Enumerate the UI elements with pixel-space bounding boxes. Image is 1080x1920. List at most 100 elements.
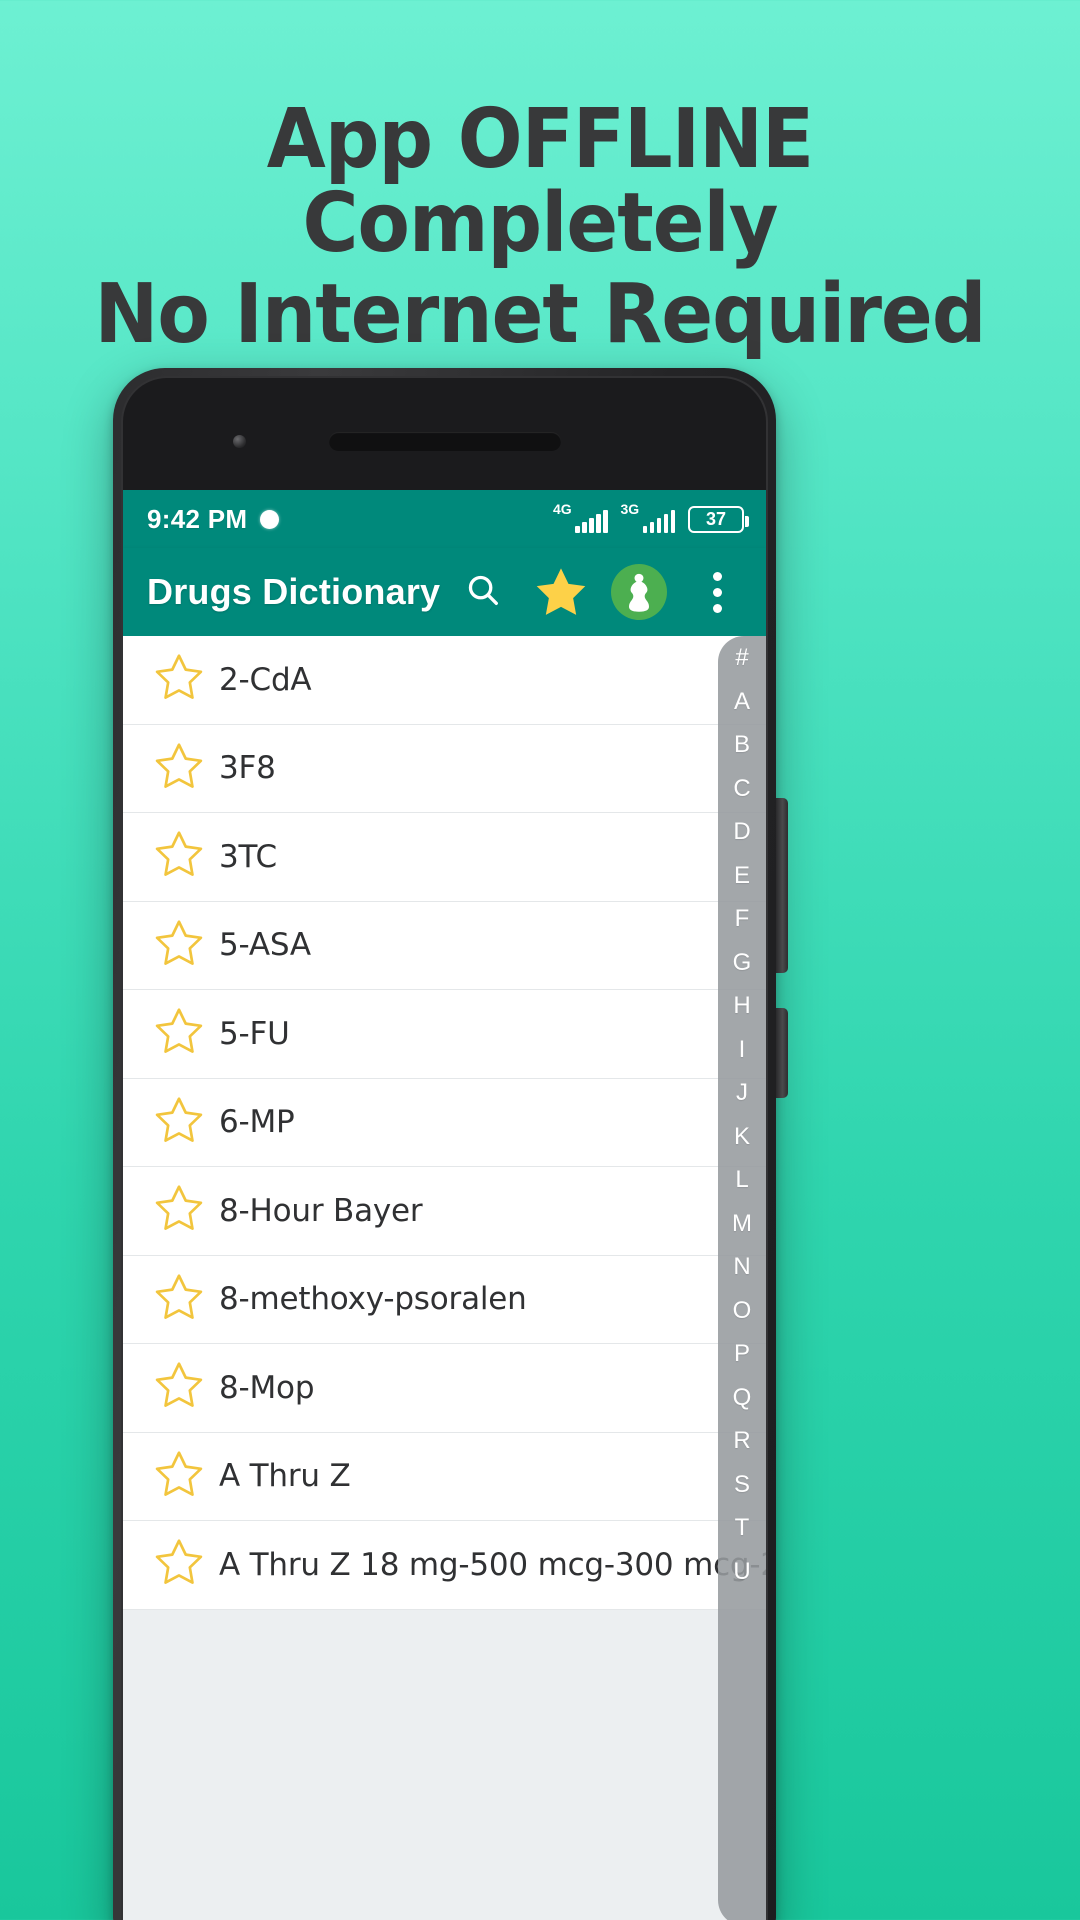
star-outline-icon <box>153 1271 205 1328</box>
favorites-button[interactable] <box>524 555 598 629</box>
promo-headline-line2: No Internet Required <box>94 267 986 363</box>
signal-3g-icon: 3G <box>621 502 675 533</box>
phone-frame: 9:42 PM 4G 3G 37 Drugs Dictionary 2-CdA … <box>121 376 768 1920</box>
phone-mockup: 9:42 PM 4G 3G 37 Drugs Dictionary 2-CdA … <box>113 368 788 1920</box>
star-outline-icon <box>153 651 205 708</box>
star-outline-icon <box>153 1182 205 1239</box>
star-outline-icon <box>153 1536 205 1593</box>
body-silhouette-icon <box>611 564 667 620</box>
star-outline-icon <box>153 1359 205 1416</box>
promo-headline: App OFFLINE Completely No Internet Requi… <box>38 98 1042 357</box>
list-item-label: 8-Hour Bayer <box>219 1192 423 1229</box>
star-outline-icon <box>153 1094 205 1151</box>
status-time: 9:42 PM <box>147 503 248 534</box>
alpha-index-letter[interactable]: E <box>734 863 750 888</box>
favorite-toggle-button[interactable] <box>153 1005 219 1062</box>
overflow-menu-button[interactable] <box>680 555 754 629</box>
favorite-toggle-button[interactable] <box>153 740 219 797</box>
alpha-index-letter[interactable]: M <box>732 1211 752 1236</box>
network-type-4g-label: 4G <box>553 500 572 517</box>
favorite-toggle-button[interactable] <box>153 1271 219 1328</box>
app-title: Drugs Dictionary <box>147 571 441 612</box>
alpha-index-letter[interactable]: G <box>733 950 752 975</box>
alpha-index-letter[interactable]: R <box>733 1429 750 1453</box>
favorite-toggle-button[interactable] <box>153 1094 219 1151</box>
favorite-toggle-button[interactable] <box>153 828 219 885</box>
list-item-label: A Thru Z <box>219 1458 351 1495</box>
list-item[interactable]: 2-CdA <box>123 636 766 725</box>
phone-volume-button <box>776 1008 788 1098</box>
search-button[interactable] <box>446 555 520 629</box>
alpha-index-letter[interactable]: T <box>735 1516 750 1540</box>
signal-bars-1 <box>575 509 608 533</box>
list-item-label: A Thru Z 18 mg-500 mcg-300 mcg-250 <box>219 1546 766 1583</box>
more-vertical-icon <box>712 571 722 613</box>
list-item[interactable]: 8-methoxy-psoralen <box>123 1255 766 1344</box>
search-icon <box>464 571 502 614</box>
signal-bars-2 <box>642 509 675 533</box>
phone-top-bezel <box>123 378 766 490</box>
alpha-index-letter[interactable]: F <box>735 907 750 931</box>
favorite-toggle-button[interactable] <box>153 1536 219 1593</box>
alpha-index-letter[interactable]: K <box>734 1124 750 1149</box>
favorite-toggle-button[interactable] <box>153 1448 219 1505</box>
star-filled-icon <box>533 564 589 620</box>
list-item[interactable]: 5-ASA <box>123 901 766 990</box>
signal-4g-icon: 4G <box>553 502 608 533</box>
list-item[interactable]: A Thru Z 18 mg-500 mcg-300 mcg-250 <box>123 1521 766 1610</box>
favorite-toggle-button[interactable] <box>153 1182 219 1239</box>
alpha-index-letter[interactable]: H <box>733 994 750 1018</box>
list-item-label: 5-FU <box>219 1015 290 1052</box>
star-outline-icon <box>153 1005 205 1062</box>
alpha-index-letter[interactable]: D <box>733 820 750 844</box>
alpha-index-letter[interactable]: J <box>736 1081 748 1105</box>
body-button[interactable] <box>602 555 676 629</box>
front-camera-icon <box>233 435 246 448</box>
favorite-toggle-button[interactable] <box>153 1359 219 1416</box>
alpha-index-letter[interactable]: I <box>739 1037 746 1062</box>
alphabet-index-scrollbar[interactable]: # A B C D E F G H I J K L M N O P Q R S T U <box>718 636 766 1920</box>
list-item[interactable]: 3F8 <box>123 724 766 813</box>
earpiece-speaker <box>328 432 561 451</box>
list-item-label: 3TC <box>219 838 277 875</box>
list-item-label: 2-CdA <box>219 661 312 698</box>
drug-list-container: 2-CdA 3F8 3TC 5-ASA 5-FU 6-MP 8-Hour Bayer 8-me… <box>123 636 766 1920</box>
star-outline-icon <box>153 740 205 797</box>
list-item[interactable]: 5-FU <box>123 990 766 1079</box>
alpha-index-letter[interactable]: A <box>734 689 750 714</box>
list-item-label: 5-ASA <box>219 927 311 964</box>
drug-list[interactable]: 2-CdA 3F8 3TC 5-ASA 5-FU 6-MP 8-Hour Bayer 8-me… <box>123 636 766 1920</box>
star-outline-icon <box>153 1448 205 1505</box>
favorite-toggle-button[interactable] <box>153 651 219 708</box>
white-circle-icon <box>260 509 280 529</box>
alpha-index-letter[interactable]: Q <box>733 1385 752 1410</box>
alpha-index-letter[interactable]: C <box>733 776 750 801</box>
list-item[interactable]: 8-Mop <box>123 1344 766 1433</box>
battery-icon: 37 <box>688 505 749 533</box>
status-bar: 9:42 PM 4G 3G 37 <box>123 490 766 548</box>
phone-screen: 9:42 PM 4G 3G 37 Drugs Dictionary 2-CdA … <box>123 490 766 1920</box>
alpha-index-letter[interactable]: U <box>733 1559 750 1584</box>
network-type-3g-label: 3G <box>620 500 640 517</box>
list-item-label: 8-methoxy-psoralen <box>219 1281 527 1318</box>
app-bar-actions <box>446 555 754 629</box>
alpha-index-letter[interactable]: S <box>734 1472 750 1497</box>
star-outline-icon <box>153 828 205 885</box>
alpha-index-letter[interactable]: L <box>735 1168 748 1192</box>
battery-percent-label: 37 <box>705 508 727 529</box>
favorite-toggle-button[interactable] <box>153 917 219 974</box>
alpha-index-letter[interactable]: N <box>733 1255 750 1279</box>
alpha-index-letter[interactable]: B <box>734 733 750 757</box>
list-item-label: 6-MP <box>219 1104 295 1141</box>
promo-headline-line1: App OFFLINE Completely <box>266 92 814 271</box>
status-icons: 4G 3G 37 <box>553 502 749 533</box>
list-item-label: 3F8 <box>219 750 276 787</box>
list-item[interactable]: 3TC <box>123 813 766 902</box>
list-item[interactable]: 6-MP <box>123 1078 766 1167</box>
list-item-label: 8-Mop <box>219 1369 315 1406</box>
alpha-index-letter[interactable]: # <box>735 646 748 670</box>
list-item[interactable]: 8-Hour Bayer <box>123 1167 766 1256</box>
alpha-index-letter[interactable]: O <box>733 1298 752 1323</box>
list-item[interactable]: A Thru Z <box>123 1432 766 1521</box>
alpha-index-letter[interactable]: P <box>734 1342 750 1366</box>
